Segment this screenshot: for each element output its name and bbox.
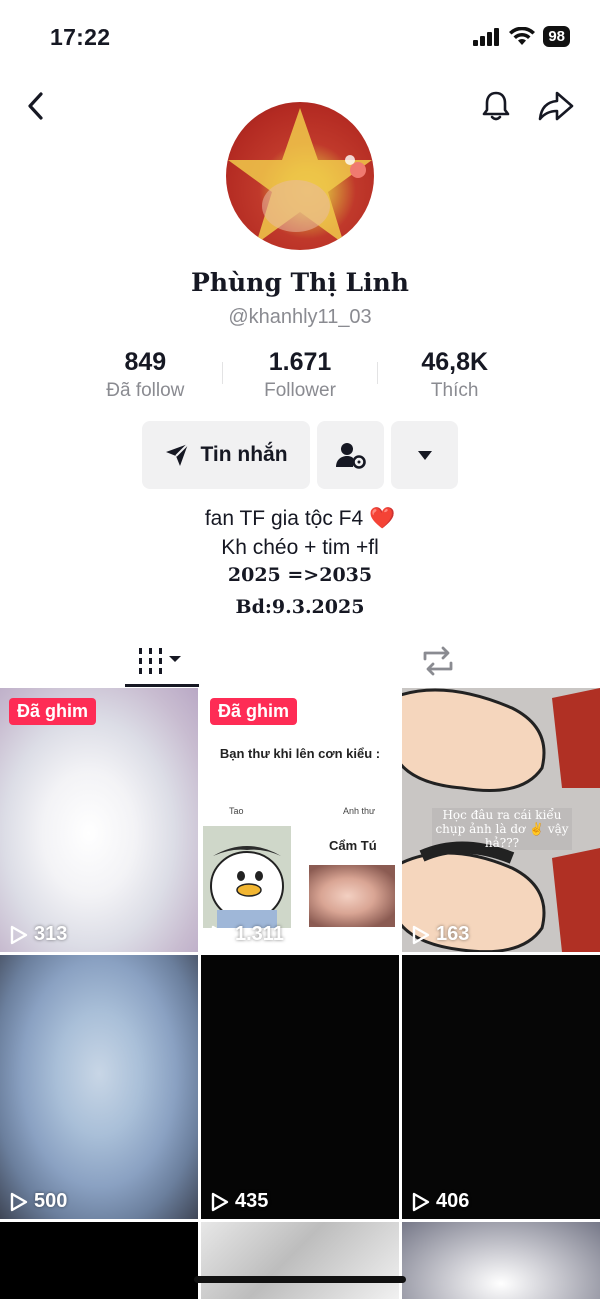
view-count: 406 bbox=[412, 1190, 469, 1213]
view-count-value: 163 bbox=[436, 923, 470, 945]
play-icon bbox=[412, 1192, 430, 1211]
home-indicator[interactable] bbox=[194, 1276, 406, 1283]
view-count: 1.311 bbox=[211, 923, 284, 946]
video-thumbnail[interactable]: 500 bbox=[0, 955, 198, 1219]
bio-line: Kh chéo + tim +fl bbox=[221, 536, 379, 559]
stat-label: Đã follow bbox=[106, 380, 185, 401]
view-count: 500 bbox=[10, 1190, 67, 1213]
bell-icon bbox=[482, 91, 510, 121]
view-count-value: 435 bbox=[235, 1190, 269, 1212]
play-icon bbox=[412, 925, 430, 944]
add-friend-settings-icon bbox=[335, 443, 366, 469]
thumbnail-text: Anh thư bbox=[343, 806, 376, 816]
tab-videos[interactable] bbox=[125, 636, 199, 686]
stat-value: 46,8K bbox=[421, 348, 489, 376]
send-icon bbox=[166, 443, 190, 466]
stat-label: Follower bbox=[264, 380, 336, 401]
stat-following[interactable]: 849 Đã follow bbox=[68, 346, 223, 402]
video-thumbnail[interactable]: Đã ghim 313 bbox=[0, 688, 198, 952]
view-count-value: 500 bbox=[34, 1190, 68, 1212]
repost-icon bbox=[423, 646, 453, 676]
play-icon bbox=[10, 1192, 28, 1211]
pinned-badge: Đã ghim bbox=[9, 698, 97, 725]
stat-divider bbox=[222, 362, 223, 384]
thumbnail-text: Bạn thư khi lên cơn kiểu : bbox=[219, 746, 381, 761]
grid-icon bbox=[139, 648, 181, 674]
view-count-value: 1.311 bbox=[235, 923, 284, 945]
view-count-value: 406 bbox=[436, 1190, 470, 1212]
bio-line: Bd:9.3.2025 bbox=[235, 596, 365, 618]
status-bar: 17:22 98 bbox=[0, 0, 600, 76]
message-button-label: Tin nhắn bbox=[200, 443, 288, 466]
star-flag-graphic bbox=[228, 108, 372, 244]
view-count: 313 bbox=[10, 923, 67, 946]
duck-image bbox=[203, 826, 291, 928]
profile-stats: 849 Đã follow 1.671 Follower 46,8K Thích bbox=[68, 346, 532, 402]
stat-value: 1.671 bbox=[268, 348, 332, 376]
tab-reposts[interactable] bbox=[416, 636, 460, 686]
thumbnail-caption: Học đâu ra cái kiểu chụp ảnh là dơ ✌️ vậ… bbox=[432, 808, 572, 850]
stat-value: 849 bbox=[124, 348, 167, 376]
video-thumbnail[interactable] bbox=[0, 1222, 198, 1299]
video-thumbnail[interactable] bbox=[201, 1222, 399, 1299]
view-count: 435 bbox=[211, 1190, 268, 1213]
play-icon bbox=[211, 925, 229, 944]
dropdown-icon bbox=[417, 450, 432, 460]
avatar[interactable] bbox=[226, 102, 374, 250]
face-image bbox=[309, 865, 395, 927]
play-icon bbox=[10, 925, 28, 944]
wifi-icon bbox=[509, 27, 536, 45]
video-thumbnail[interactable]: 406 bbox=[402, 955, 600, 1219]
status-icons: 98 bbox=[473, 26, 570, 47]
message-button[interactable]: Tin nhắn bbox=[142, 421, 310, 489]
stat-label: Thích bbox=[430, 380, 479, 401]
add-friend-settings-button[interactable] bbox=[317, 421, 384, 489]
active-tab-underline bbox=[125, 684, 199, 687]
back-button[interactable] bbox=[20, 88, 50, 124]
thumbnail-text: Tao bbox=[229, 806, 244, 816]
battery-indicator: 98 bbox=[543, 26, 570, 47]
username: @khanhly11_03 bbox=[228, 306, 372, 328]
view-count: 163 bbox=[412, 923, 469, 946]
video-thumbnail[interactable]: Học đâu ra cái kiểu chụp ảnh là dơ ✌️ vậ… bbox=[402, 688, 600, 952]
duck-illustration bbox=[210, 846, 284, 928]
stat-likes[interactable]: 46,8K Thích bbox=[377, 346, 532, 402]
play-icon bbox=[211, 1192, 229, 1211]
stat-followers[interactable]: 1.671 Follower bbox=[223, 346, 378, 402]
more-options-button[interactable] bbox=[391, 421, 458, 489]
status-time: 17:22 bbox=[50, 24, 111, 50]
display-name: Phùng Thị Linh bbox=[191, 268, 409, 297]
share-icon bbox=[538, 91, 574, 121]
share-button[interactable] bbox=[536, 88, 576, 124]
thumbnail-text: Cẩm Tú bbox=[329, 838, 377, 853]
view-count-value: 313 bbox=[34, 923, 68, 945]
notifications-button[interactable] bbox=[478, 88, 514, 124]
bio-line: fan TF gia tộc F4 ❤️ bbox=[204, 507, 396, 530]
stat-divider bbox=[377, 362, 378, 384]
video-thumbnail[interactable]: 435 bbox=[201, 955, 399, 1219]
signal-icon bbox=[473, 27, 500, 46]
video-thumbnail[interactable] bbox=[402, 1222, 600, 1299]
back-icon bbox=[28, 92, 43, 120]
video-thumbnail[interactable]: Đã ghim Bạn thư khi lên cơn kiểu : Tao A… bbox=[201, 688, 399, 952]
bio-line: 2025 =>2035 bbox=[227, 564, 373, 586]
pinned-badge: Đã ghim bbox=[210, 698, 298, 725]
